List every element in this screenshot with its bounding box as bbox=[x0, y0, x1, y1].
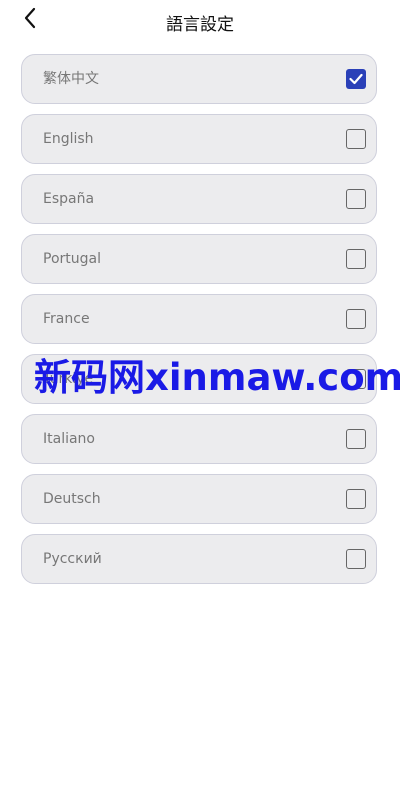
language-checkbox[interactable] bbox=[346, 189, 366, 209]
language-item-8[interactable]: Русский bbox=[21, 534, 377, 584]
language-label: España bbox=[43, 191, 95, 207]
language-label: English bbox=[43, 131, 94, 147]
language-list: 繁体中文 English España Portugal France Türk… bbox=[21, 54, 377, 594]
language-label: Italiano bbox=[43, 431, 95, 447]
language-checkbox[interactable] bbox=[346, 489, 366, 509]
language-label: Türkiye bbox=[43, 371, 94, 387]
language-checkbox[interactable] bbox=[346, 429, 366, 449]
language-checkbox[interactable] bbox=[346, 129, 366, 149]
language-checkbox[interactable] bbox=[346, 69, 366, 89]
language-label: Русский bbox=[43, 551, 102, 567]
language-item-4[interactable]: France bbox=[21, 294, 377, 344]
checkmark-icon bbox=[349, 73, 363, 85]
language-checkbox[interactable] bbox=[346, 309, 366, 329]
header: 語言設定 bbox=[0, 0, 400, 44]
language-item-5[interactable]: Türkiye bbox=[21, 354, 377, 404]
page-title: 語言設定 bbox=[166, 15, 234, 35]
language-label: France bbox=[43, 311, 90, 327]
language-item-0[interactable]: 繁体中文 bbox=[21, 54, 377, 104]
language-item-2[interactable]: España bbox=[21, 174, 377, 224]
language-label: Portugal bbox=[43, 251, 101, 267]
language-label: Deutsch bbox=[43, 491, 101, 507]
language-item-3[interactable]: Portugal bbox=[21, 234, 377, 284]
language-item-7[interactable]: Deutsch bbox=[21, 474, 377, 524]
language-item-6[interactable]: Italiano bbox=[21, 414, 377, 464]
language-checkbox[interactable] bbox=[346, 369, 366, 389]
language-checkbox[interactable] bbox=[346, 249, 366, 269]
language-item-1[interactable]: English bbox=[21, 114, 377, 164]
language-checkbox[interactable] bbox=[346, 549, 366, 569]
language-label: 繁体中文 bbox=[43, 71, 99, 87]
language-settings-page: 語言設定 繁体中文 English España Portugal France… bbox=[0, 0, 400, 800]
